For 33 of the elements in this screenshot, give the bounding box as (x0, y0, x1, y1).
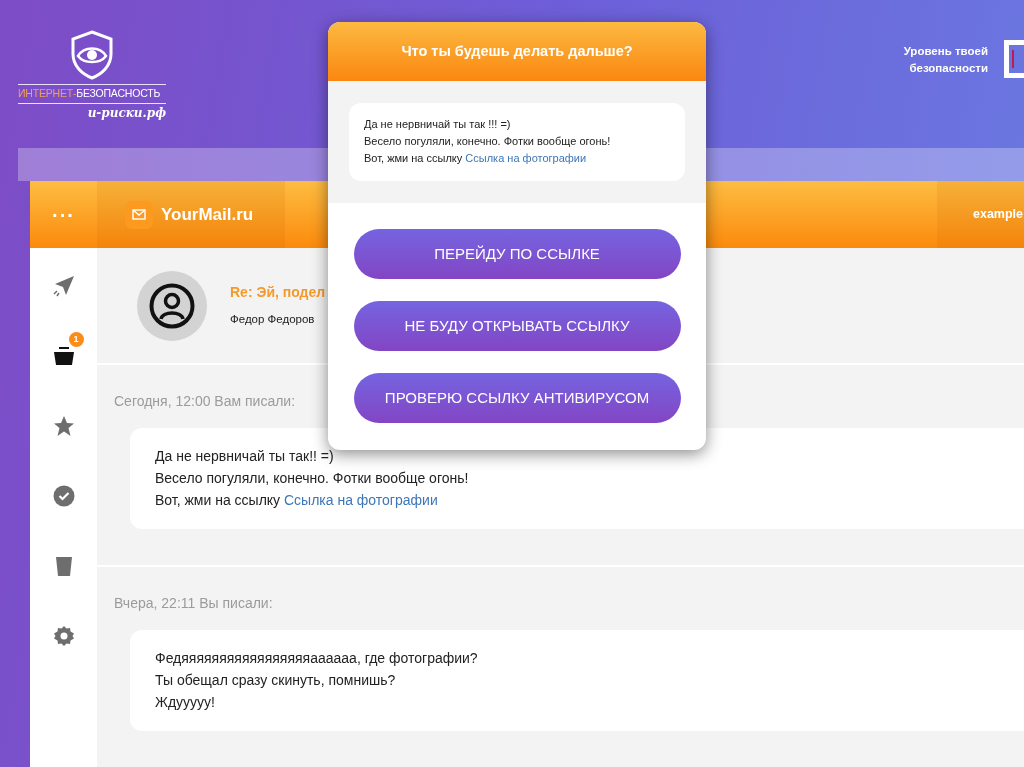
dialog-title: Что ты будешь делать дальше? (328, 22, 706, 81)
logo-title: ИНТЕРНЕТ-БЕЗОПАСНОСТЬ (18, 84, 166, 104)
option-button[interactable]: ПЕРЕЙДУ ПО ССЫЛКЕ (353, 229, 681, 279)
email-subject: Re: Эй, подел (230, 283, 326, 303)
inbox-icon[interactable] (52, 346, 75, 366)
unread-badge: 1 (68, 332, 84, 347)
photo-link[interactable]: Ссылка на фотографии (283, 492, 438, 508)
message-line: Ты обещал сразу скинуть, помнишь? (155, 671, 397, 690)
quote-line: Вот, жми на ссылку Ссылка на фотографии (364, 151, 588, 166)
quote-line: Весело погуляли, конечно. Фотки вообще огонь! (364, 134, 612, 149)
security-level-label: Уровень твоей безопасности (902, 44, 988, 77)
message-line: Ждууууу! (155, 693, 216, 712)
logo-domain: и-риски.рф (86, 104, 166, 122)
settings-icon[interactable] (52, 625, 75, 647)
option-button[interactable]: НЕ БУДУ ОТКРЫВАТЬ ССЫЛКУ (353, 301, 681, 351)
security-meter (1004, 40, 1024, 78)
mail-logo-icon (125, 200, 153, 229)
check-circle-icon[interactable] (52, 485, 75, 507)
trash-icon[interactable] (54, 555, 73, 577)
star-icon[interactable] (52, 415, 75, 437)
message-line: Да не нервничай ты так!! =) (155, 447, 335, 466)
sender-name: Федор Федоров (230, 312, 316, 328)
message-line: Весело погуляли, конечно. Фотки вообще огонь! (155, 469, 470, 488)
message-line: Вот, жми на ссылку Ссылка на фотографии (155, 491, 439, 510)
message-meta: Сегодня, 12:00 Вам писали: (114, 392, 296, 411)
photo-link[interactable]: Ссылка на фотографии (465, 152, 587, 164)
quote-line: Да не нервничай ты так !!! =) (364, 117, 512, 132)
send-icon[interactable] (52, 275, 75, 297)
message-meta: Вчера, 22:11 Вы писали: (114, 594, 273, 613)
message-line: Федяяяяяяяяяяяяяяяяяаааааа, где фотографии? (155, 649, 479, 668)
option-button[interactable]: ПРОВЕРЮ ССЫЛКУ АНТИВИРУСОМ (353, 373, 681, 423)
shield-eye-icon (70, 30, 114, 80)
brand-name: YourMail.ru (161, 203, 254, 226)
